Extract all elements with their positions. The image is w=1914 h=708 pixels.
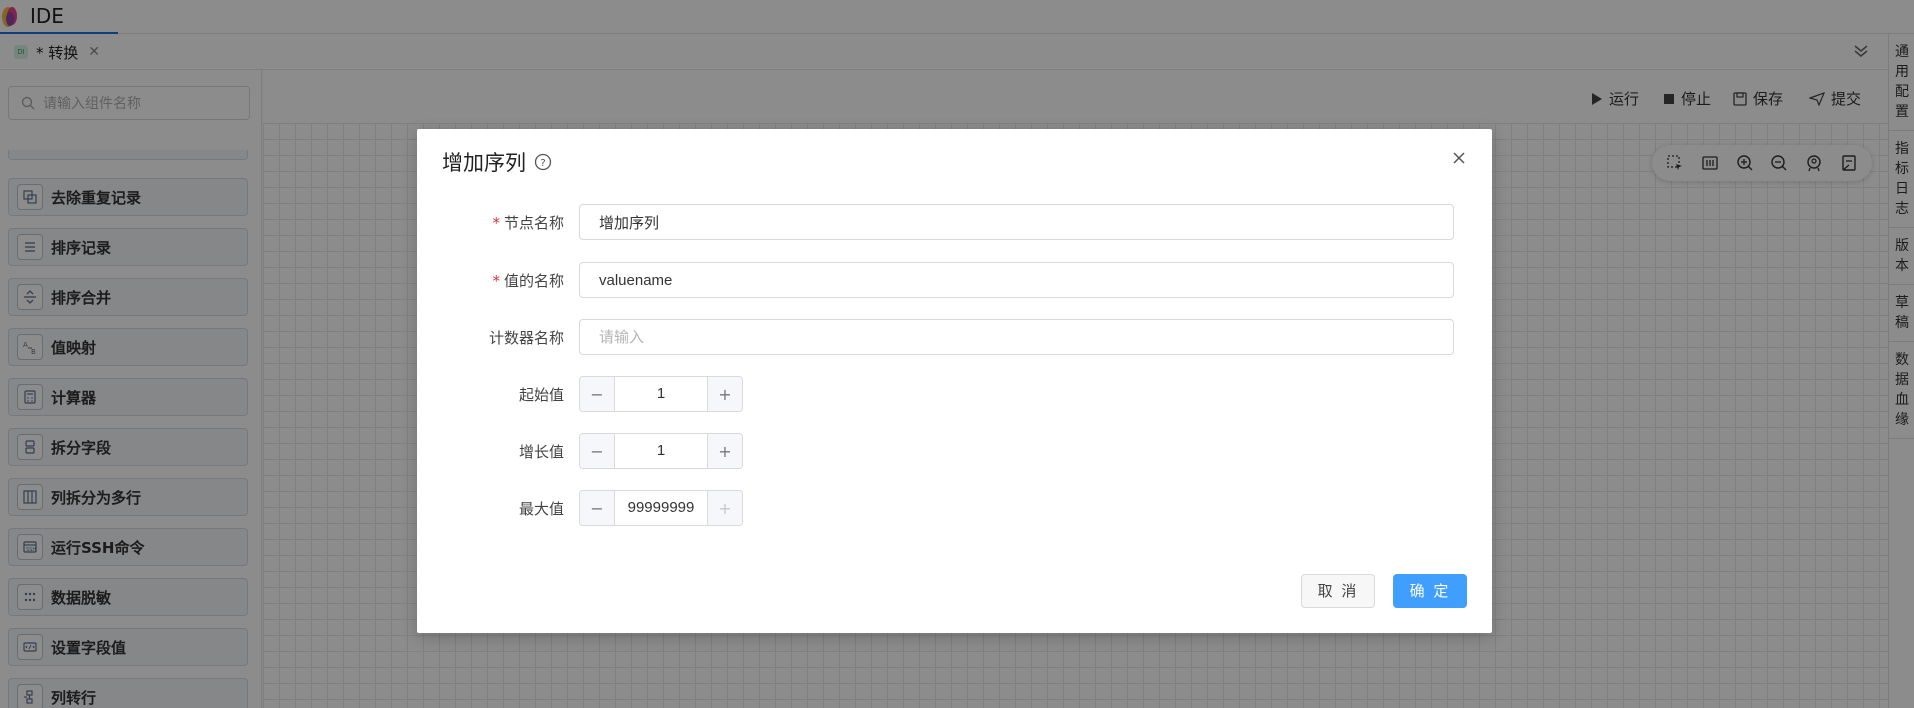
max-value-input[interactable]: 99999999 <box>615 491 707 525</box>
cancel-button[interactable]: 取 消 <box>1301 574 1375 608</box>
required-mark: * <box>492 214 500 232</box>
form-row-counter-name: 计数器名称 <box>417 319 1492 355</box>
increment-stepper: − 1 + <box>579 433 743 469</box>
increment-button[interactable]: + <box>707 434 742 468</box>
form-row-value-name: * 值的名称 <box>417 262 1492 298</box>
svg-text:?: ? <box>540 158 545 169</box>
dialog-title: 增加序列 ? <box>442 147 552 177</box>
required-mark: * <box>492 272 500 290</box>
increment-label: 增长值 <box>518 443 564 461</box>
increment-button[interactable]: + <box>707 377 742 411</box>
form-row-node-name: * 节点名称 <box>417 204 1492 240</box>
start-value-label: 起始值 <box>518 386 564 404</box>
counter-name-field[interactable] <box>579 319 1454 355</box>
node-name-field[interactable] <box>579 204 1454 240</box>
decrement-button[interactable]: − <box>580 434 615 468</box>
counter-name-label: 计数器名称 <box>488 329 564 347</box>
form-row-max-value: 最大值 − 99999999 + <box>417 490 1492 526</box>
start-value-input[interactable]: 1 <box>615 377 707 411</box>
max-value-stepper: − 99999999 + <box>579 490 743 526</box>
decrement-button[interactable]: − <box>580 491 615 525</box>
confirm-button[interactable]: 确 定 <box>1393 574 1467 608</box>
value-name-label: * 值的名称 <box>492 272 564 290</box>
form-row-increment: 增长值 − 1 + <box>417 433 1492 469</box>
node-name-label: * 节点名称 <box>492 214 564 232</box>
close-icon[interactable] <box>1450 149 1468 167</box>
increment-button[interactable]: + <box>707 491 742 525</box>
form-row-start-value: 起始值 − 1 + <box>417 376 1492 412</box>
max-value-label: 最大值 <box>518 500 564 518</box>
value-name-field[interactable] <box>579 262 1454 298</box>
help-icon[interactable]: ? <box>534 153 552 171</box>
decrement-button[interactable]: − <box>580 377 615 411</box>
add-sequence-dialog: 增加序列 ? *节点名称 *值的名称 计数器名称 起始值 − 1 + 增长值 <box>417 129 1492 633</box>
increment-input[interactable]: 1 <box>615 434 707 468</box>
start-value-stepper: − 1 + <box>579 376 743 412</box>
